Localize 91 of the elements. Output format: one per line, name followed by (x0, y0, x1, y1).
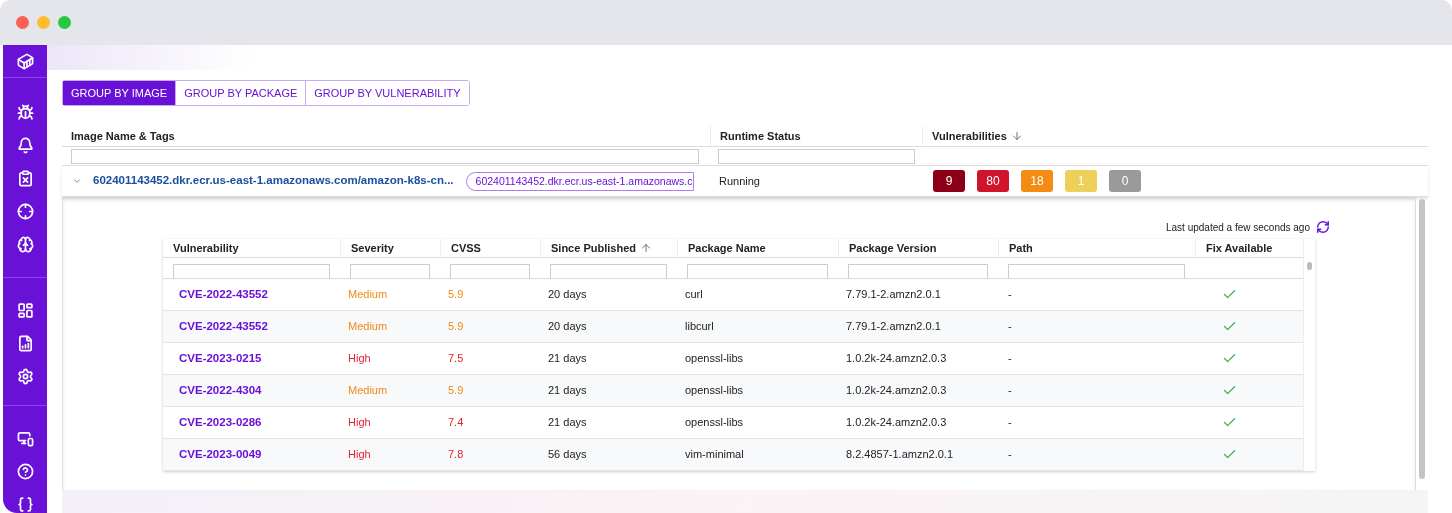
severity-text: Medium (348, 320, 388, 333)
column-header[interactable]: Package Version (849, 239, 937, 257)
cvss-score: 5.9 (448, 288, 464, 301)
package-name: openssl-libs (685, 416, 744, 429)
maximize-window-icon[interactable] (58, 16, 71, 29)
path-text: - (1008, 384, 1012, 397)
vulnerability-link[interactable]: CVE-2022-4304 (179, 383, 262, 396)
package-name: openssl-libs (685, 384, 744, 397)
filter-field[interactable] (71, 148, 699, 164)
column-header[interactable]: Vulnerability (173, 239, 239, 257)
column-header[interactable]: Severity (351, 239, 394, 257)
path-text: - (1008, 320, 1012, 333)
path-text: - (1008, 416, 1012, 429)
since-published: 56 days (548, 448, 587, 461)
collapse-icon[interactable] (72, 176, 82, 186)
scrollbar-thumb[interactable] (1307, 262, 1312, 270)
package-version: 7.79.1-2.amzn2.0.1 (846, 320, 941, 333)
cvss-score: 7.8 (448, 448, 464, 461)
cvss-score: 7.4 (448, 416, 464, 429)
group-tab[interactable]: GROUP BY IMAGE (63, 81, 176, 105)
filter-field[interactable] (550, 264, 667, 280)
column-header[interactable]: CVSS (451, 239, 481, 257)
container-icon[interactable] (16, 52, 34, 70)
last-updated-text: Last updated a few seconds ago (1166, 220, 1310, 235)
braces-icon[interactable] (16, 496, 34, 513)
scrollbar-thumb[interactable] (1419, 199, 1425, 479)
vulnerability-count: 9 (933, 170, 965, 192)
bug-icon[interactable] (16, 104, 34, 121)
package-version: 1.0.2k-24.amzn2.0.3 (846, 352, 947, 365)
close-window-icon[interactable] (16, 16, 29, 29)
filter-field[interactable] (718, 148, 915, 164)
crosshair-icon[interactable] (16, 203, 34, 220)
vulnerability-link[interactable]: CVE-2023-0215 (179, 351, 262, 364)
column-header[interactable]: Path (1009, 239, 1033, 257)
column-header[interactable]: Package Name (688, 239, 766, 257)
cvss-score: 5.9 (448, 384, 464, 397)
vulnerability-link[interactable]: CVE-2022-43552 (179, 287, 268, 300)
vulnerability-count: 80 (977, 170, 1009, 192)
package-version: 1.0.2k-24.amzn2.0.3 (846, 384, 947, 397)
column-header[interactable]: Runtime Status (720, 127, 801, 145)
column-header[interactable]: Vulnerabilities (932, 127, 1007, 145)
cvss-score: 5.9 (448, 320, 464, 333)
package-version: 7.79.1-2.amzn2.0.1 (846, 288, 941, 301)
filter-field[interactable] (848, 264, 988, 280)
devices-icon[interactable] (16, 430, 34, 447)
column-header[interactable]: Fix Available (1206, 239, 1273, 257)
brain-icon[interactable] (16, 236, 34, 253)
severity-text: High (348, 448, 371, 461)
dashboard-icon[interactable] (16, 302, 34, 319)
image-name-link[interactable]: 602401143452.dkr.ecr.us-east-1.amazonaws.com/amazon-k8s-cn... (93, 172, 454, 190)
vulnerability-link[interactable]: CVE-2023-0049 (179, 447, 262, 460)
package-name: curl (685, 288, 703, 301)
severity-text: High (348, 352, 371, 365)
filter-field[interactable] (687, 264, 828, 280)
vulnerability-count: 1 (1065, 170, 1097, 192)
report-icon[interactable] (16, 335, 34, 352)
vulnerability-link[interactable]: CVE-2023-0286 (179, 415, 262, 428)
filter-field[interactable] (450, 264, 530, 280)
vulnerability-count: 0 (1109, 170, 1141, 192)
column-header[interactable]: Since Published (551, 239, 636, 257)
severity-text: Medium (348, 384, 388, 397)
package-name: openssl-libs (685, 352, 744, 365)
runtime-status: Running (719, 174, 760, 187)
bell-icon[interactable] (16, 137, 34, 154)
since-published: 20 days (548, 320, 587, 333)
filter-field[interactable] (350, 264, 430, 280)
since-published: 20 days (548, 288, 587, 301)
package-version: 1.0.2k-24.amzn2.0.3 (846, 416, 947, 429)
vulnerability-link[interactable]: CVE-2022-43552 (179, 319, 268, 332)
column-header[interactable]: Image Name & Tags (71, 127, 175, 145)
severity-text: High (348, 416, 371, 429)
filter-field[interactable] (173, 264, 330, 280)
settings-icon[interactable] (16, 368, 34, 385)
vulnerability-count: 18 (1021, 170, 1053, 192)
path-text: - (1008, 288, 1012, 301)
clipboard-icon[interactable] (16, 170, 34, 187)
severity-text: Medium (348, 288, 388, 301)
filter-field[interactable] (1008, 264, 1185, 280)
path-text: - (1008, 352, 1012, 365)
path-text: - (1008, 448, 1012, 461)
group-tab[interactable]: GROUP BY VULNERABILITY (305, 81, 469, 105)
package-name: libcurl (685, 320, 714, 333)
cvss-score: 7.5 (448, 352, 464, 365)
package-version: 8.2.4857-1.amzn2.0.1 (846, 448, 954, 461)
minimize-window-icon[interactable] (37, 16, 50, 29)
package-name: vim-minimal (685, 448, 744, 461)
help-icon[interactable] (16, 463, 34, 480)
since-published: 21 days (548, 352, 587, 365)
since-published: 21 days (548, 384, 587, 397)
since-published: 21 days (548, 416, 587, 429)
refresh-icon[interactable] (1316, 220, 1330, 234)
